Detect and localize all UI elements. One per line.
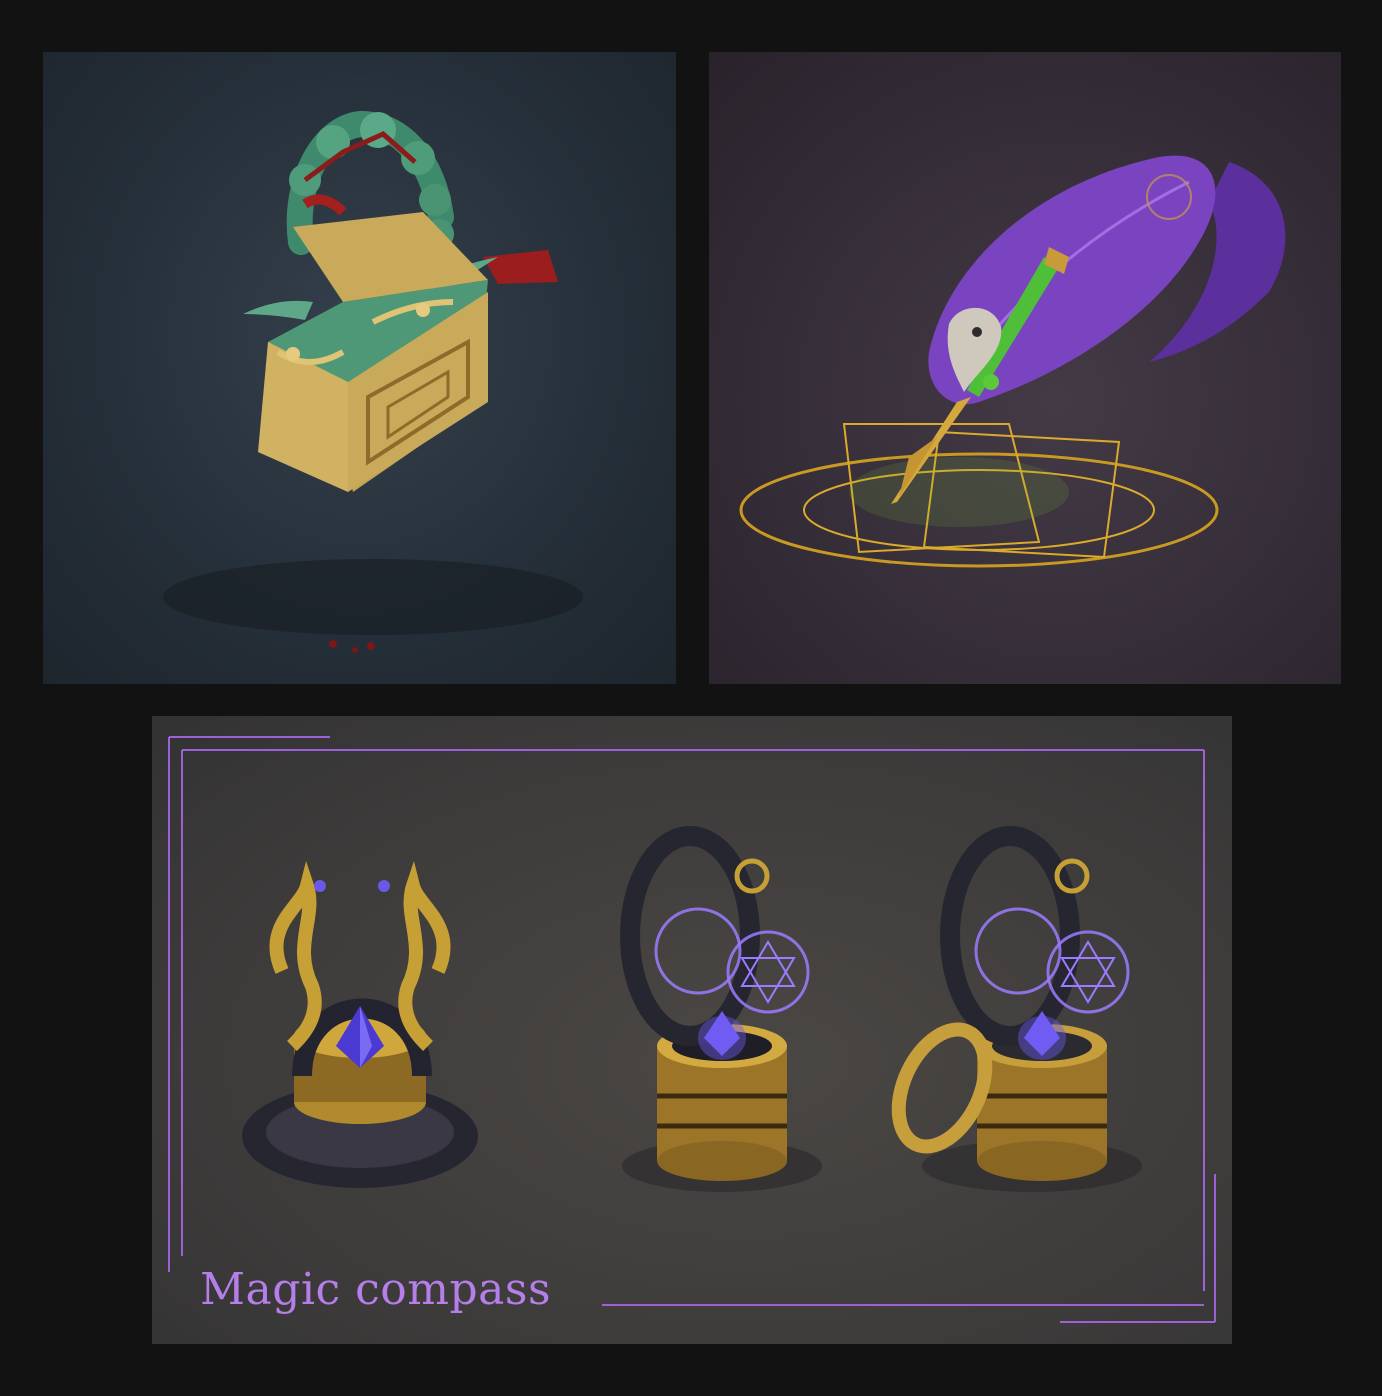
compass-lid-open [891, 826, 1142, 1192]
padlock-icon [163, 110, 583, 653]
compass-open-ring [242, 861, 478, 1188]
magic-compass-panel: Magic compass [152, 716, 1232, 1344]
compass-hologram [620, 826, 822, 1192]
quill-pen-icon [739, 155, 1286, 568]
panel-title: Magic compass [200, 1264, 552, 1315]
padlock-artwork-panel [43, 52, 676, 684]
quill-artwork-panel [709, 52, 1341, 684]
magic-compass-icon [168, 736, 1216, 1323]
